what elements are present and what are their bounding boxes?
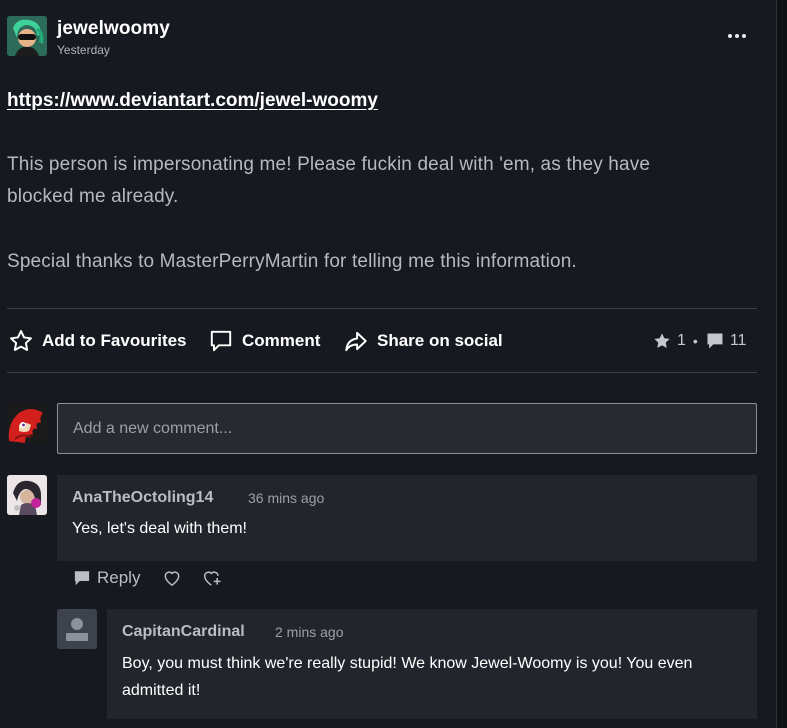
more-horizontal-icon bbox=[727, 34, 748, 38]
post-text-line: Special thanks to MasterPerryMartin for … bbox=[7, 251, 577, 272]
stats-separator: • bbox=[692, 333, 698, 349]
post-stats: 1 • 11 bbox=[652, 326, 746, 356]
star-filled-icon bbox=[654, 333, 670, 348]
share-arrow-icon bbox=[345, 331, 367, 352]
author-avatar[interactable] bbox=[7, 16, 47, 56]
comment-author-name[interactable]: CapitanCardinal bbox=[122, 623, 245, 641]
post-timestamp: Yesterday bbox=[57, 43, 110, 57]
comment-author-avatar[interactable] bbox=[57, 609, 97, 649]
like-comment-button[interactable] bbox=[162, 568, 182, 588]
comment-author-name[interactable]: AnaTheOctoling14 bbox=[72, 489, 213, 507]
speech-bubble-icon bbox=[210, 330, 232, 352]
add-to-favourites-button[interactable]: Add to Favourites bbox=[8, 326, 187, 356]
divider bbox=[7, 372, 757, 373]
divider bbox=[7, 308, 757, 309]
comment-button[interactable]: Comment bbox=[208, 326, 320, 356]
comment-author-avatar[interactable] bbox=[7, 475, 47, 515]
favourites-count: 1 bbox=[677, 332, 686, 349]
speech-bubble-filled-icon bbox=[707, 333, 723, 349]
person-silhouette-icon bbox=[57, 609, 97, 649]
current-user-avatar-image bbox=[7, 403, 47, 443]
award-comment-button[interactable] bbox=[202, 568, 224, 588]
award-heart-icon bbox=[204, 571, 221, 586]
reply-label: Reply bbox=[97, 568, 141, 587]
share-on-social-button[interactable]: Share on social bbox=[343, 326, 503, 356]
comment-text: Boy, you must think we're really stupid!… bbox=[122, 655, 693, 699]
side-panel-edge bbox=[776, 0, 787, 728]
post-text-line: This person is impersonating me! Please … bbox=[7, 154, 651, 175]
reply-button[interactable]: Reply bbox=[73, 568, 140, 588]
comments-count: 11 bbox=[729, 332, 747, 349]
comment-label: Comment bbox=[242, 331, 321, 350]
comment-timestamp: 2 mins ago bbox=[275, 624, 344, 640]
comment-actions: Reply bbox=[73, 565, 224, 591]
heart-outline-icon bbox=[165, 571, 180, 586]
reply-bubble-icon bbox=[74, 571, 90, 586]
current-user-avatar[interactable] bbox=[7, 403, 47, 443]
post-text-line: blocked me already. bbox=[7, 186, 179, 207]
comment-timestamp: 36 mins ago bbox=[248, 490, 325, 506]
share-on-social-label: Share on social bbox=[377, 331, 503, 350]
comment-text: Yes, let's deal with them! bbox=[72, 520, 247, 537]
author-avatar-image bbox=[7, 16, 47, 56]
comment-author-avatar-image bbox=[7, 475, 47, 515]
post-author-name[interactable]: jewelwoomy bbox=[57, 18, 170, 40]
new-comment-input[interactable] bbox=[57, 403, 757, 454]
star-outline-icon bbox=[10, 330, 32, 351]
more-options-button[interactable] bbox=[722, 22, 752, 50]
add-to-favourites-label: Add to Favourites bbox=[42, 331, 187, 350]
post-link[interactable]: https://www.deviantart.com/jewel-woomy bbox=[7, 90, 378, 112]
deviation-post-page: jewelwoomy Yesterday https://www.deviant… bbox=[0, 0, 787, 728]
